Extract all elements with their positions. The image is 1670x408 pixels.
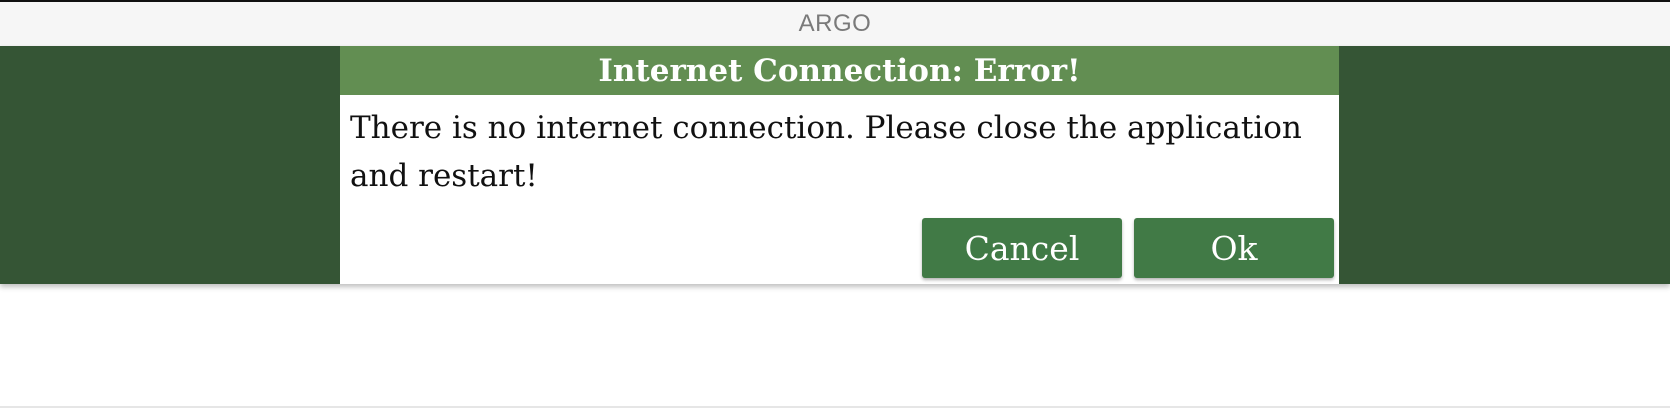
dialog-message: There is no internet connection. Please … bbox=[350, 110, 1302, 194]
dialog-header: Internet Connection: Error! bbox=[340, 46, 1339, 95]
cancel-button[interactable]: Cancel bbox=[922, 218, 1122, 278]
dialog-title: Internet Connection: Error! bbox=[598, 52, 1081, 89]
error-dialog: Internet Connection: Error! There is no … bbox=[340, 46, 1339, 284]
window-title: ARGO bbox=[798, 10, 872, 37]
ok-button[interactable]: Ok bbox=[1134, 218, 1334, 278]
app-window: ARGO Internet Connection: Error! There i… bbox=[0, 0, 1670, 408]
window-titlebar: ARGO bbox=[0, 0, 1670, 46]
